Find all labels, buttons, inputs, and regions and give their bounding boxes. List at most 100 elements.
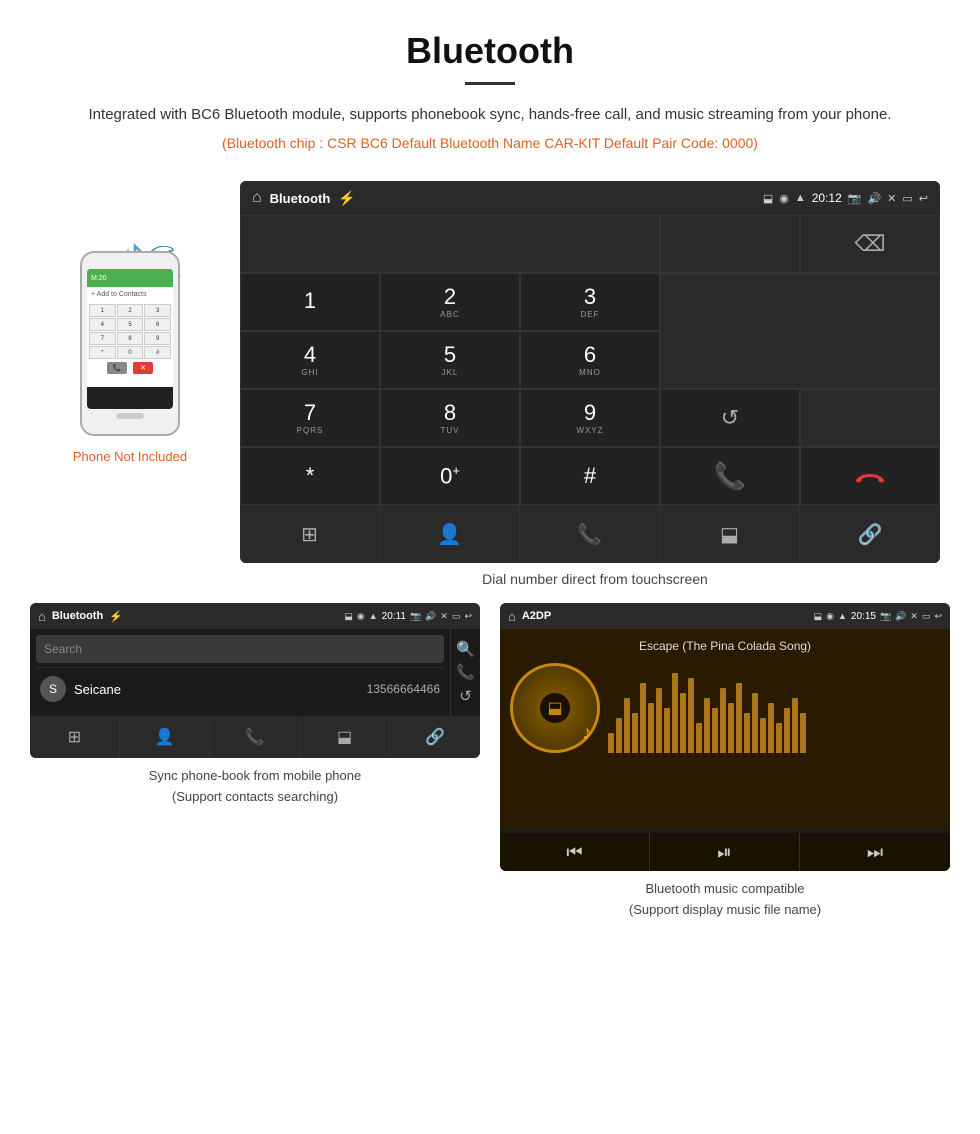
music-note-icon: ♪	[582, 722, 592, 745]
pb-dialpad-btn[interactable]: ⊞	[30, 716, 120, 758]
toolbar-bluetooth[interactable]: ⬓	[660, 505, 800, 563]
key-2-sub: ABC	[440, 310, 459, 319]
page-subtitle: Integrated with BC6 Bluetooth module, su…	[60, 103, 920, 127]
backspace-button[interactable]: ⌫	[800, 215, 940, 273]
call-side-icon[interactable]: 📞	[456, 663, 475, 681]
phone-side: 🌊 ⬓ M:20 + Add	[30, 241, 230, 464]
call-button[interactable]: 📞	[660, 447, 800, 505]
key-1[interactable]: 1	[240, 273, 380, 331]
pb-camera-icon: 📷	[410, 611, 421, 622]
eq-bar	[664, 708, 670, 753]
key-8[interactable]: 8 TUV	[380, 389, 520, 447]
dial-empty-cell	[660, 215, 800, 273]
key-2[interactable]: 2 ABC	[380, 273, 520, 331]
pb-link-btn[interactable]: 🔗	[390, 716, 480, 758]
music-caption-line1: Bluetooth music compatible	[646, 881, 805, 896]
key-6[interactable]: 6 MNO	[520, 331, 660, 389]
mini-end-btn[interactable]: ✕	[133, 362, 153, 374]
music-sig-icon: ▲	[838, 611, 847, 621]
next-button[interactable]: ⏭	[800, 833, 950, 871]
pb-caption-line1: Sync phone-book from mobile phone	[149, 768, 361, 783]
phone-key-8[interactable]: 8	[117, 332, 144, 345]
prev-button[interactable]: ⏮	[500, 833, 650, 871]
pb-toolbar: ⊞ 👤 📞 ⬓ 🔗	[30, 716, 480, 758]
music-back-icon[interactable]: ↩	[934, 611, 942, 622]
key-7[interactable]: 7 PQRS	[240, 389, 380, 447]
bottom-panels: ⌂ Bluetooth ⚡ ⬓ ◉ ▲ 20:11 📷 🔊 ✕ ▭ ↩	[0, 603, 980, 951]
search-bar[interactable]: Search	[36, 635, 444, 663]
music-statusbar-right: ⬓ ◉ ▲ 20:15 📷 🔊 ✕ ▭ ↩	[814, 611, 942, 622]
phone-key-9[interactable]: 9	[144, 332, 171, 345]
phonebook-panel: ⌂ Bluetooth ⚡ ⬓ ◉ ▲ 20:11 📷 🔊 ✕ ▭ ↩	[30, 603, 480, 921]
dial-input-display[interactable]	[240, 215, 660, 273]
camera-icon: 📷	[848, 192, 862, 205]
album-art: ⬓ ♪	[510, 663, 600, 753]
home-icon[interactable]: ⌂	[252, 189, 262, 207]
search-side-icon[interactable]: 🔍	[456, 640, 475, 658]
key-star[interactable]: *	[240, 447, 380, 505]
eq-bar	[768, 703, 774, 753]
phone-key-star[interactable]: *	[89, 346, 116, 359]
music-panel: ⌂ A2DP ⬓ ◉ ▲ 20:15 📷 🔊 ✕ ▭ ↩ Escape (The…	[500, 603, 950, 921]
main-section: 🌊 ⬓ M:20 + Add	[0, 181, 980, 603]
toolbar-link[interactable]: 🔗	[800, 505, 940, 563]
music-home-icon[interactable]: ⌂	[508, 609, 516, 624]
eq-bar	[704, 698, 710, 753]
pb-bt-btn[interactable]: ⬓	[300, 716, 390, 758]
pb-home-icon[interactable]: ⌂	[38, 609, 46, 624]
dial-screen-container: ⌂ Bluetooth ⚡ ⬓ ◉ ▲ 20:12 📷 🔊 ✕ ▭ ↩	[240, 181, 950, 603]
toolbar-contacts[interactable]: 👤	[380, 505, 520, 563]
toolbar-phone[interactable]: 📞	[520, 505, 660, 563]
key-5[interactable]: 5 JKL	[380, 331, 520, 389]
key-4[interactable]: 4 GHI	[240, 331, 380, 389]
refresh-side-icon[interactable]: ↺	[459, 687, 472, 705]
music-bt-icon: ⬓	[814, 611, 823, 622]
play-pause-button[interactable]: ⏯	[650, 833, 800, 871]
eq-bar	[720, 688, 726, 753]
key-0-main: 0+	[440, 464, 460, 487]
end-call-button[interactable]	[800, 447, 940, 505]
pb-usb-icon: ⚡	[109, 610, 123, 623]
pb-contact-btn[interactable]: 👤	[120, 716, 210, 758]
phone-key-6[interactable]: 6	[144, 318, 171, 331]
eq-bar	[624, 698, 630, 753]
phone-key-7[interactable]: 7	[89, 332, 116, 345]
phone-screen-top: M:20	[87, 269, 173, 287]
key-hash[interactable]: #	[520, 447, 660, 505]
key-3[interactable]: 3 DEF	[520, 273, 660, 331]
key-1-main: 1	[304, 290, 316, 312]
pb-win-icon: ▭	[452, 611, 461, 622]
music-cam-icon: 📷	[880, 611, 891, 622]
phonebook-caption: Sync phone-book from mobile phone (Suppo…	[149, 766, 361, 808]
eq-bar	[656, 688, 662, 753]
key-9-main: 9	[584, 402, 596, 424]
phone-key-5[interactable]: 5	[117, 318, 144, 331]
phone-key-4[interactable]: 4	[89, 318, 116, 331]
eq-bar	[648, 703, 654, 753]
mini-call-btn[interactable]: 📞	[107, 362, 127, 374]
key-9[interactable]: 9 WXYZ	[520, 389, 660, 447]
statusbar-left: ⌂ Bluetooth ⚡	[252, 189, 356, 207]
phone-key-0[interactable]: 0	[117, 346, 144, 359]
music-controls: ⏮ ⏯ ⏭	[500, 833, 950, 871]
music-song-title: Escape (The Pina Colada Song)	[639, 639, 811, 653]
pb-close-icon: ✕	[440, 611, 448, 622]
back-icon[interactable]: ↩	[919, 192, 928, 205]
key-0[interactable]: 0+	[380, 447, 520, 505]
toolbar-dialpad[interactable]: ⊞	[240, 505, 380, 563]
phonebook-main-area: Search S Seicane 13566664466	[30, 629, 450, 716]
music-app-name: A2DP	[522, 610, 551, 622]
phone-key-3[interactable]: 3	[144, 304, 171, 317]
key-4-main: 4	[304, 344, 316, 366]
pb-phone-btn[interactable]: 📞	[210, 716, 300, 758]
bt-music-icon: ⬓	[547, 698, 562, 718]
phone-key-2[interactable]: 2	[117, 304, 144, 317]
eq-bar	[640, 683, 646, 753]
signal-icon: ▲	[795, 192, 806, 204]
phone-key-1[interactable]: 1	[89, 304, 116, 317]
pb-back-icon[interactable]: ↩	[464, 611, 472, 622]
refresh-button[interactable]: ↺	[660, 389, 800, 447]
key-3-main: 3	[584, 286, 596, 308]
usb-icon: ⚡	[338, 190, 355, 207]
phone-key-hash[interactable]: #	[144, 346, 171, 359]
